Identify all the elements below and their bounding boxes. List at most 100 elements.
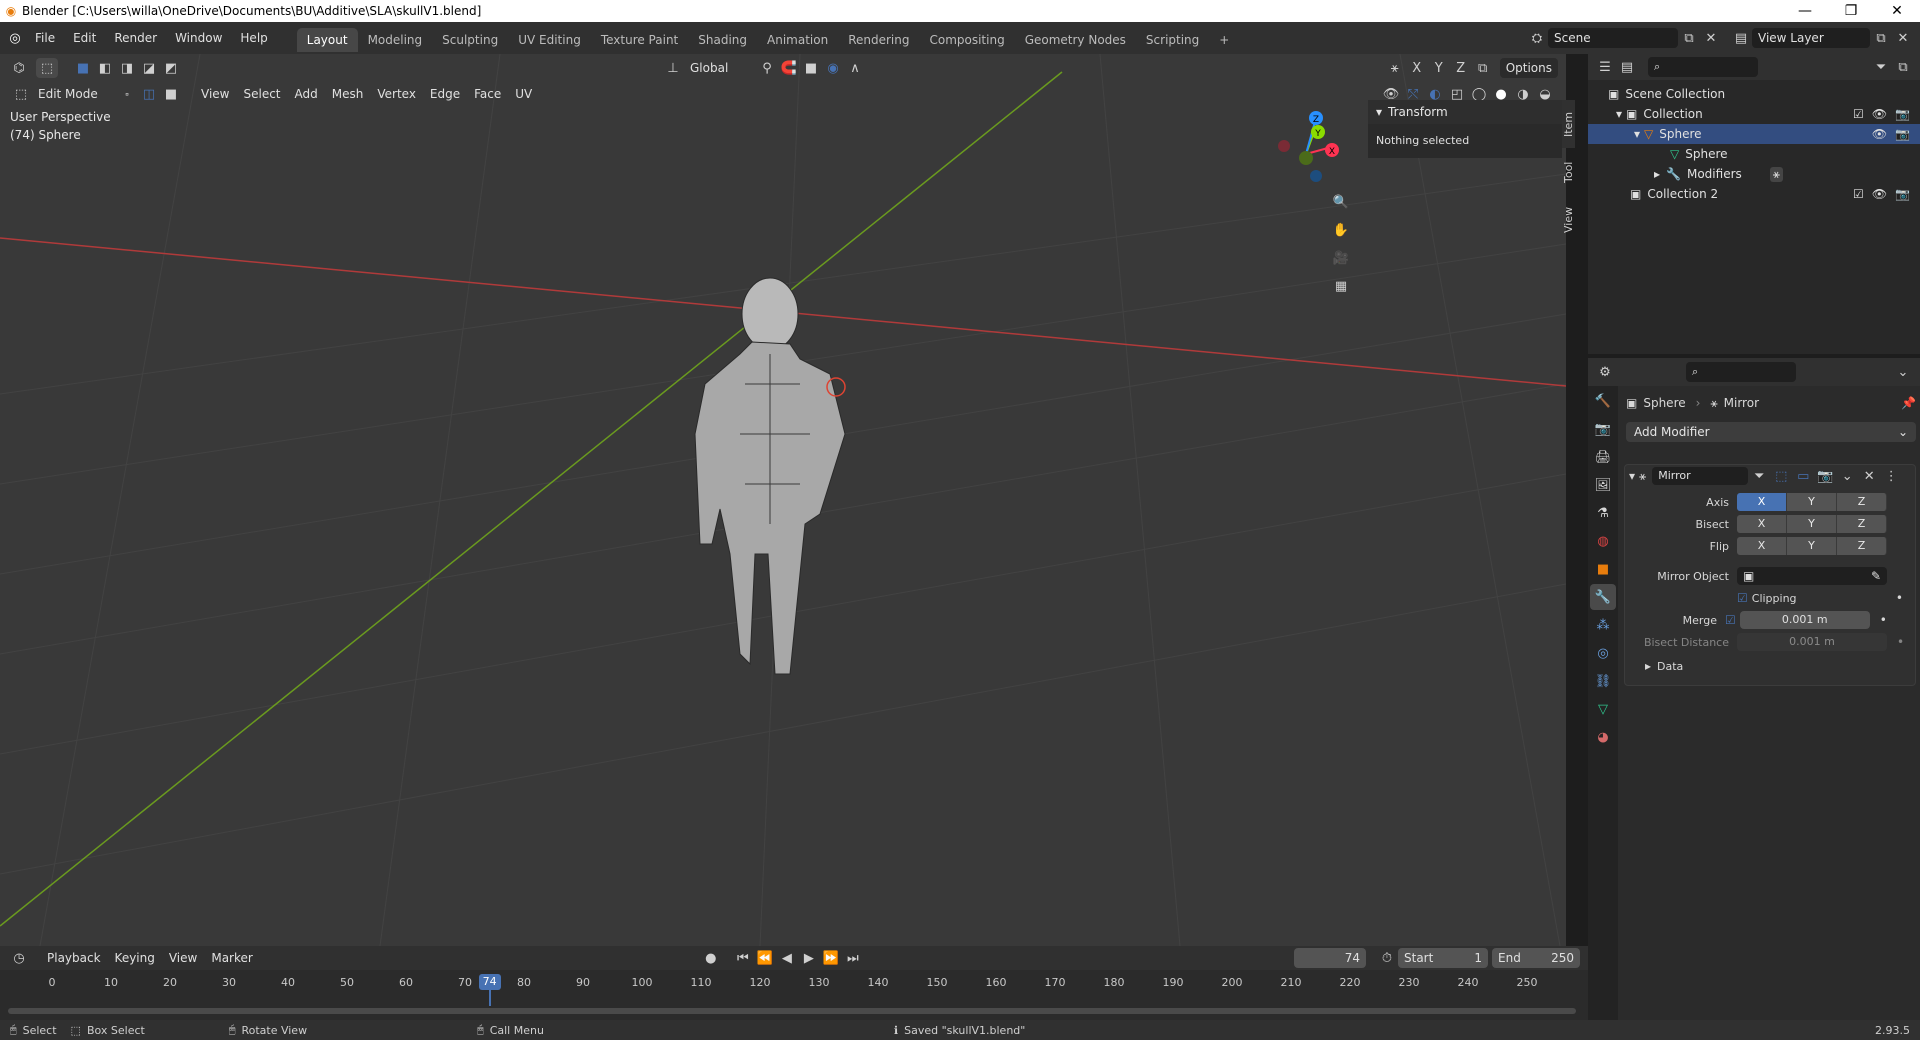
view-layer-field[interactable]: View Layer [1752,28,1870,48]
scene-icon[interactable]: ⛭ [1526,28,1548,48]
falloff-icon[interactable]: ∧ [844,58,866,78]
scene-field[interactable]: Scene [1548,28,1678,48]
menu-uv[interactable]: UV [508,87,539,101]
tab-shading[interactable]: Shading [688,28,757,52]
camera-icon[interactable]: 📷 [1895,107,1910,121]
data-subpanel[interactable]: ▸ Data [1625,655,1915,677]
ortho-grid-icon[interactable]: ▦ [1330,276,1352,296]
outliner-search-input[interactable]: ⌕ [1648,57,1758,77]
outliner-row-mesh-data[interactable]: ▽ Sphere [1588,144,1920,164]
eye-icon[interactable]: 👁 [1872,187,1887,201]
display-mode-icon[interactable]: ▤ [1616,57,1638,77]
remove-modifier-icon[interactable]: ✕ [1858,466,1880,486]
menu-edit[interactable]: Edit [64,27,105,49]
menu-render[interactable]: Render [105,27,166,49]
delete-scene-icon[interactable]: ✕ [1700,28,1722,48]
3d-viewport[interactable]: ⌬ ⬚ ■ ◧ ◨ ◪ ◩ ⊥ Global ⚲ 🧲 ■ ◉ ∧ ⚹ X Y Z… [0,54,1566,946]
axis-x-button[interactable]: X [1737,493,1787,511]
object-tab-icon[interactable]: ■ [1590,556,1616,582]
clipping-checkbox[interactable]: ☑ [1737,591,1748,605]
camera-icon[interactable]: 📷 [1895,127,1910,141]
timeline-scrollbar[interactable] [8,1008,1576,1014]
modifier-tab-icon[interactable]: 🔧 [1590,584,1616,610]
outliner-row-scene-collection[interactable]: ▣ Scene Collection [1588,84,1920,104]
new-scene-icon[interactable]: ⧉ [1678,28,1700,48]
auto-merge-icon[interactable]: ⧉ [1472,58,1494,78]
camera-icon[interactable]: 📷 [1895,187,1910,201]
outliner-row-collection-2[interactable]: ▣ Collection 2 ☑ 👁 📷 [1588,184,1920,204]
new-view-layer-icon[interactable]: ⧉ [1870,28,1892,48]
data-tab-icon[interactable]: ▽ [1590,696,1616,722]
bisect-z-button[interactable]: Z [1837,515,1887,533]
select-new-icon[interactable]: ■ [72,58,94,78]
properties-editor-icon[interactable]: ⚙ [1594,362,1616,382]
eyedropper-icon[interactable]: ✎ [1871,567,1881,585]
view-layer-icon[interactable]: ▤ [1730,28,1752,48]
physics-tab-icon[interactable]: ◎ [1590,640,1616,666]
delete-view-layer-icon[interactable]: ✕ [1892,28,1914,48]
minimize-icon[interactable]: — [1782,0,1828,22]
menu-view[interactable]: View [194,87,236,101]
snap-element-icon[interactable]: ■ [800,58,822,78]
view-layer-tab-icon[interactable]: 🖼 [1590,472,1616,498]
outliner-row-sphere[interactable]: ▾ ▽ Sphere 👁 📷 [1588,124,1920,144]
menu-edge[interactable]: Edge [423,87,467,101]
tab-view[interactable]: View [1562,196,1575,244]
face-select-icon[interactable]: ■ [160,84,182,104]
tab-uv-editing[interactable]: UV Editing [508,28,591,52]
render-tab-icon[interactable]: 📷 [1590,416,1616,442]
select-tool-icon[interactable]: ⬚ [36,58,58,78]
new-collection-icon[interactable]: ⧉ [1892,57,1914,77]
select-invert-icon[interactable]: ◪ [138,58,160,78]
mirror-x-toggle[interactable]: X [1406,58,1428,78]
tab-scripting[interactable]: Scripting [1136,28,1209,52]
add-workspace-icon[interactable]: + [1209,28,1239,52]
tab-rendering[interactable]: Rendering [838,28,919,52]
flip-z-button[interactable]: Z [1837,537,1887,555]
viewport-toggle-icon[interactable]: ▭ [1792,466,1814,486]
mirror-y-toggle[interactable]: Y [1428,58,1450,78]
tab-modeling[interactable]: Modeling [358,28,433,52]
on-cage-icon[interactable]: ⏷ [1748,466,1770,486]
edge-select-icon[interactable]: ◫ [138,84,160,104]
vertex-select-icon[interactable]: ⬞ [116,84,138,104]
transform-header[interactable]: ▾ Transform [1368,100,1562,124]
constraints-tab-icon[interactable]: ⛓ [1590,668,1616,694]
checkbox-icon[interactable]: ☑ [1853,187,1864,201]
tab-tool[interactable]: Tool [1562,148,1575,196]
output-tab-icon[interactable]: 🖨 [1590,444,1616,470]
scene-tab-icon[interactable]: ⚗ [1590,500,1616,526]
modifier-name-input[interactable]: Mirror [1652,467,1749,485]
zoom-icon[interactable]: 🔍 [1330,192,1352,212]
camera-view-icon[interactable]: 🎥 [1330,248,1352,268]
modifier-menu-icon[interactable]: ⌄ [1836,466,1858,486]
menu-window[interactable]: Window [166,27,231,49]
filter-icon[interactable]: ⏷ [1870,57,1892,77]
properties-search-input[interactable]: ⌕ [1686,362,1796,382]
menu-file[interactable]: File [26,27,64,49]
pin-icon[interactable]: 📌 [1901,396,1916,410]
mirror-object-field[interactable]: ▣ ✎ [1737,567,1887,585]
tab-item[interactable]: Item [1562,100,1575,148]
edit-mode-toggle-icon[interactable]: ⬚ [1770,466,1792,486]
particles-tab-icon[interactable]: ⁂ [1590,612,1616,638]
select-extend-icon[interactable]: ◧ [94,58,116,78]
snap-icon[interactable]: 🧲 [778,58,800,78]
flip-x-button[interactable]: X [1737,537,1787,555]
pivot-icon[interactable]: ⚲ [756,58,778,78]
menu-vertex[interactable]: Vertex [370,87,423,101]
bisect-distance-field[interactable]: 0.001 m [1737,633,1887,651]
mode-dropdown[interactable]: Edit Mode [32,84,116,104]
orientation-icon[interactable]: ⊥ [662,58,684,78]
merge-checkbox[interactable]: ☑ [1725,613,1736,627]
properties-options-icon[interactable]: ⌄ [1892,362,1914,382]
blender-menu-icon[interactable]: ◎ [4,28,26,48]
close-icon[interactable]: ✕ [1874,0,1920,22]
tab-compositing[interactable]: Compositing [919,28,1014,52]
select-subtract-icon[interactable]: ◨ [116,58,138,78]
bisect-y-button[interactable]: Y [1787,515,1837,533]
tab-animation[interactable]: Animation [757,28,838,52]
menu-add[interactable]: Add [288,87,325,101]
pan-hand-icon[interactable]: ✋ [1330,220,1352,240]
flip-y-button[interactable]: Y [1787,537,1837,555]
